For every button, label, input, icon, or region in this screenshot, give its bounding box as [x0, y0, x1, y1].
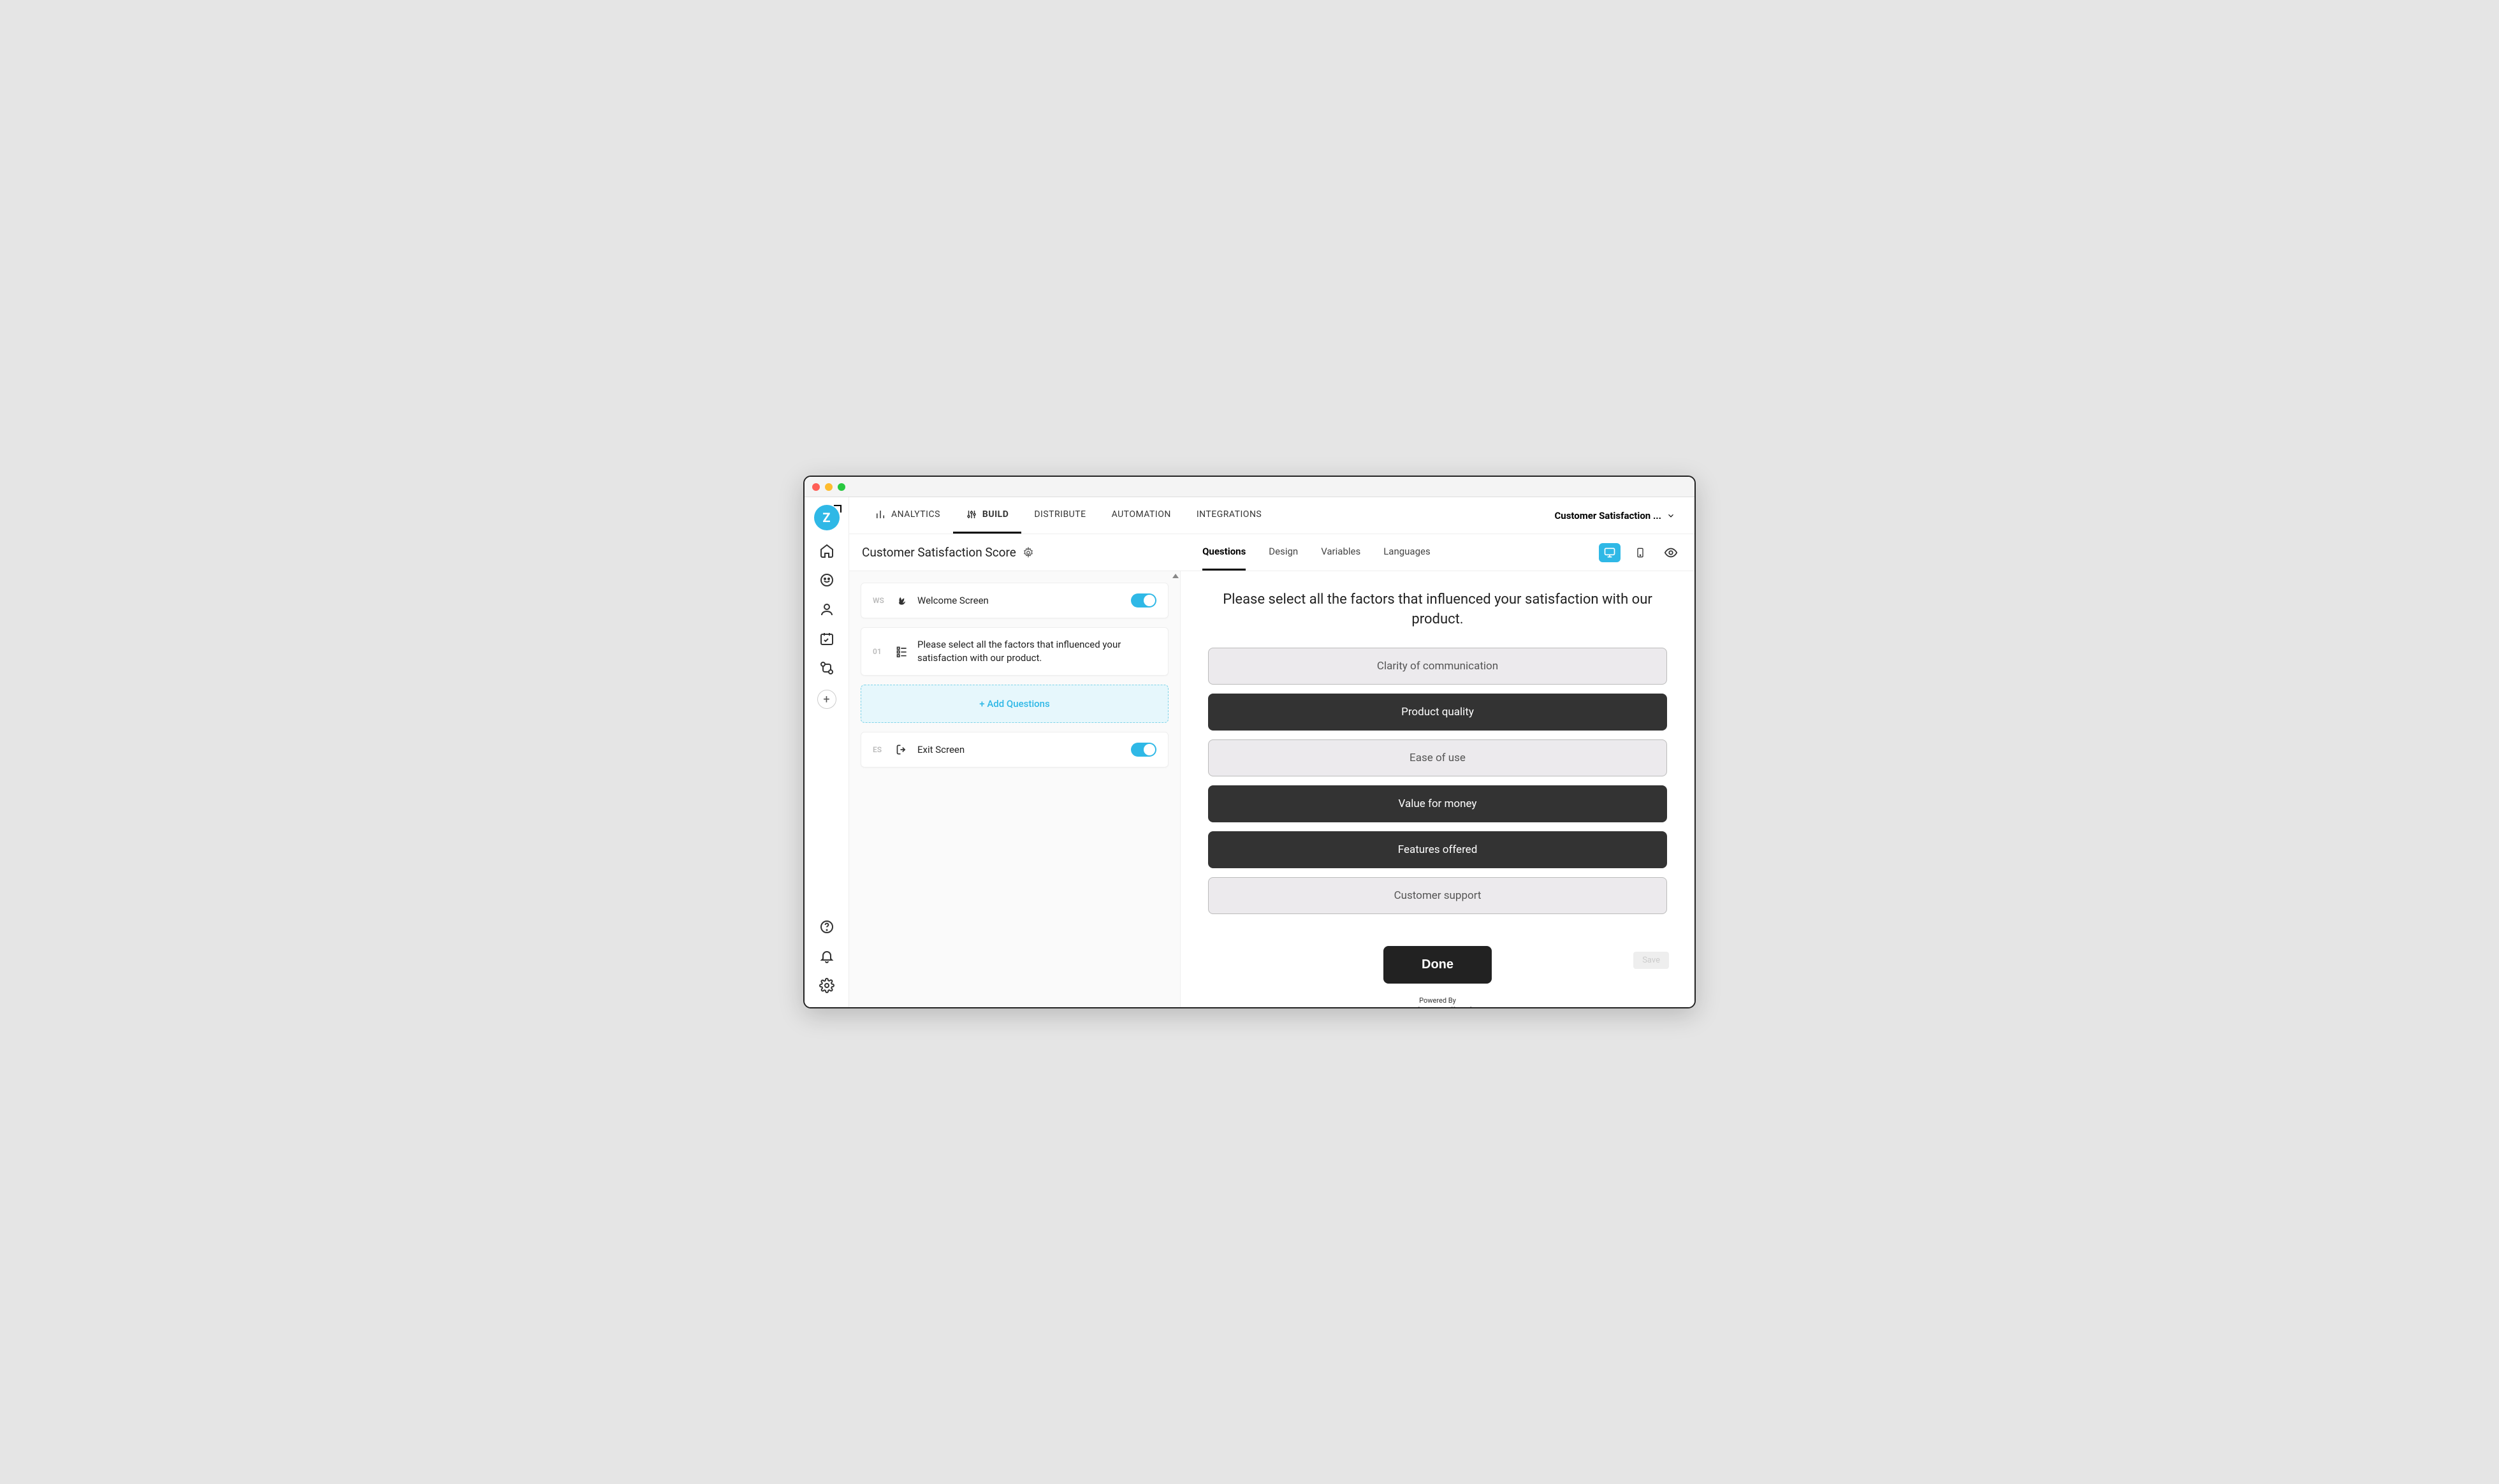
chat-icon[interactable] — [819, 572, 834, 588]
nav-label: INTEGRATIONS — [1197, 509, 1262, 520]
questions-panel: WS Welcome Screen 01 Please select all t… — [849, 571, 1181, 1007]
exit-icon — [896, 743, 908, 756]
help-icon[interactable] — [819, 919, 834, 935]
scroll-up-icon[interactable] — [1172, 574, 1179, 578]
bell-icon[interactable] — [819, 949, 834, 964]
welcome-screen-card[interactable]: WS Welcome Screen — [861, 583, 1169, 618]
welcome-toggle[interactable] — [1131, 593, 1156, 607]
preview-button[interactable] — [1660, 543, 1682, 562]
exit-toggle[interactable] — [1131, 743, 1156, 757]
eye-icon — [1664, 546, 1678, 560]
workflow-icon[interactable] — [819, 660, 834, 676]
survey-title: Customer Satisfaction Score — [862, 545, 1016, 560]
minimize-window-icon[interactable] — [825, 483, 833, 491]
mobile-icon — [1635, 546, 1645, 559]
tab-design[interactable]: Design — [1269, 534, 1298, 571]
survey-dropdown-label: Customer Satisfaction ... — [1554, 510, 1661, 521]
question-card[interactable]: 01 Please select all the factors that in… — [861, 627, 1169, 676]
powered-brand: Zonka Feedback — [1400, 1005, 1475, 1007]
sidebar: Z + — [805, 497, 849, 1007]
chevron-down-icon — [1666, 511, 1675, 520]
powered-label: Powered By — [1400, 996, 1475, 1005]
sliders-icon — [966, 509, 977, 520]
mobile-preview-button[interactable] — [1629, 543, 1651, 562]
nav-label: DISTRIBUTE — [1034, 509, 1086, 520]
option-features-offered[interactable]: Features offered — [1208, 831, 1667, 868]
top-nav: ANALYTICS BUILD DISTRIBUTE AUTOMATION IN… — [849, 497, 1694, 534]
desktop-preview-button[interactable] — [1599, 543, 1621, 562]
survey-dropdown[interactable]: Customer Satisfaction ... — [1548, 510, 1682, 521]
calendar-check-icon[interactable] — [819, 631, 834, 646]
nav-distribute[interactable]: DISTRIBUTE — [1021, 497, 1098, 534]
nav-label: AUTOMATION — [1112, 509, 1171, 520]
close-window-icon[interactable] — [812, 483, 820, 491]
maximize-window-icon[interactable] — [838, 483, 845, 491]
exit-screen-card[interactable]: ES Exit Screen — [861, 732, 1169, 767]
bars-icon — [875, 509, 886, 520]
save-button[interactable]: Save — [1633, 952, 1669, 969]
option-ease-of-use[interactable]: Ease of use — [1208, 739, 1667, 776]
brand-logo[interactable]: Z — [814, 505, 840, 530]
nav-integrations[interactable]: INTEGRATIONS — [1184, 497, 1274, 534]
card-number: 01 — [873, 647, 887, 656]
add-questions-button[interactable]: + Add Questions — [861, 685, 1169, 723]
nav-label: BUILD — [982, 509, 1009, 520]
home-icon[interactable] — [819, 543, 834, 558]
option-product-quality[interactable]: Product quality — [1208, 694, 1667, 731]
card-text: Welcome Screen — [917, 594, 1122, 607]
card-badge: ES — [873, 745, 887, 754]
nav-automation[interactable]: AUTOMATION — [1099, 497, 1184, 534]
nav-analytics[interactable]: ANALYTICS — [862, 497, 953, 534]
card-text: Please select all the factors that influ… — [917, 638, 1156, 665]
nav-label: ANALYTICS — [891, 509, 940, 520]
monitor-icon — [1603, 546, 1616, 559]
settings-icon[interactable] — [819, 978, 834, 993]
option-list: Clarity of communication Product quality… — [1208, 648, 1667, 914]
option-value-for-money[interactable]: Value for money — [1208, 785, 1667, 822]
wave-icon — [896, 594, 908, 607]
user-icon[interactable] — [819, 602, 834, 617]
tab-variables[interactable]: Variables — [1321, 534, 1360, 571]
titlebar — [805, 477, 1694, 497]
tab-questions[interactable]: Questions — [1202, 534, 1246, 571]
card-text: Exit Screen — [917, 743, 1122, 757]
nav-build[interactable]: BUILD — [953, 497, 1021, 534]
survey-settings-icon[interactable] — [1023, 547, 1034, 558]
powered-by: Powered By Zonka Feedback — [1400, 996, 1475, 1007]
sub-nav: Customer Satisfaction Score Questions De… — [849, 534, 1694, 571]
tab-languages[interactable]: Languages — [1383, 534, 1431, 571]
checklist-icon — [896, 645, 908, 658]
card-badge: WS — [873, 596, 887, 605]
app-window: Z + ANALYTICS — [803, 476, 1696, 1008]
option-customer-support[interactable]: Customer support — [1208, 877, 1667, 914]
question-title: Please select all the factors that influ… — [1208, 590, 1667, 630]
done-button[interactable]: Done — [1383, 946, 1492, 984]
option-clarity[interactable]: Clarity of communication — [1208, 648, 1667, 685]
add-button[interactable]: + — [817, 690, 836, 709]
preview-pane: Please select all the factors that influ… — [1181, 571, 1694, 1007]
